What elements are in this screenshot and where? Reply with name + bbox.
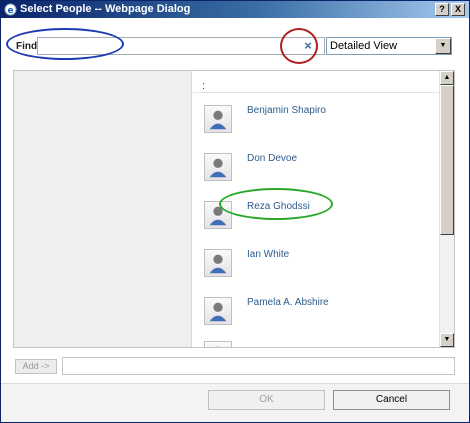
person-name[interactable]: Benjamin Shapiro <box>247 105 326 116</box>
dialog-footer: OK Cancel <box>1 384 469 422</box>
results-pane: : Benjamin Shapiro Don Devoe Reza Ghodss… <box>13 70 455 348</box>
list-item[interactable]: Reza Ghodssi <box>204 201 434 231</box>
filter-pane <box>14 71 192 347</box>
list-item[interactable]: Benjamin Shapiro <box>204 105 434 135</box>
title-bar[interactable]: e Select People -- Webpage Dialog ? X <box>1 1 469 18</box>
scroll-thumb[interactable] <box>440 85 454 235</box>
person-name[interactable]: Reza Ghodssi <box>247 201 310 212</box>
cancel-button[interactable]: Cancel <box>333 390 450 410</box>
list-item[interactable] <box>204 341 434 347</box>
selected-people-field[interactable] <box>62 357 455 375</box>
list-item[interactable]: Pamela A. Abshire <box>204 297 434 327</box>
user-icon <box>204 297 232 325</box>
add-button[interactable]: Add -> <box>15 359 57 374</box>
person-name[interactable]: Don Devoe <box>247 153 297 164</box>
find-label: Find <box>16 41 38 52</box>
user-icon <box>204 105 232 133</box>
select-people-dialog: e Select People -- Webpage Dialog ? X Fi… <box>0 0 470 423</box>
view-select-value: Detailed View <box>330 40 398 52</box>
scroll-up-icon[interactable]: ▲ <box>440 71 454 85</box>
header-divider <box>193 92 439 93</box>
list-item[interactable]: Ian White <box>204 249 434 279</box>
window-title: Select People -- Webpage Dialog <box>20 3 191 15</box>
view-select[interactable]: Detailed View ▼ <box>326 37 452 55</box>
ok-button[interactable]: OK <box>208 390 325 410</box>
ie-page-icon: e <box>4 3 17 16</box>
user-icon <box>204 249 232 277</box>
clear-search-button[interactable]: × <box>293 37 323 55</box>
svg-text:e: e <box>7 6 13 16</box>
chevron-down-icon[interactable]: ▼ <box>435 38 451 54</box>
user-icon <box>204 153 232 181</box>
close-window-button[interactable]: X <box>451 3 465 16</box>
user-icon <box>204 201 232 229</box>
scroll-down-icon[interactable]: ▼ <box>440 333 454 347</box>
vertical-scrollbar[interactable]: ▲ ▼ <box>439 71 454 347</box>
user-icon <box>204 341 232 347</box>
list-item[interactable]: Don Devoe <box>204 153 434 183</box>
results-header: : <box>202 80 206 92</box>
help-button[interactable]: ? <box>435 3 449 16</box>
people-list: : Benjamin Shapiro Don Devoe Reza Ghodss… <box>193 71 439 347</box>
person-name[interactable]: Pamela A. Abshire <box>247 297 329 308</box>
person-name[interactable]: Ian White <box>247 249 289 260</box>
find-input[interactable] <box>37 37 325 55</box>
close-icon: × <box>304 38 312 53</box>
